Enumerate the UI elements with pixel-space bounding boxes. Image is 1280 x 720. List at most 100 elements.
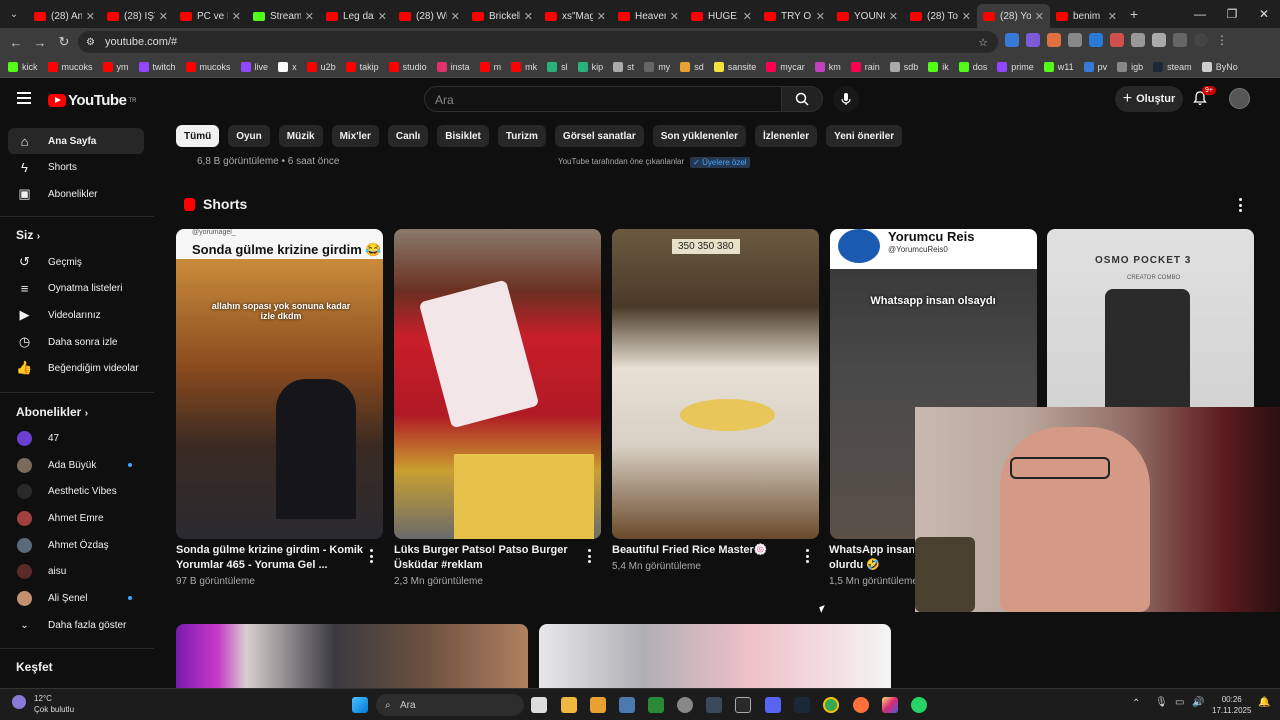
minimize-button[interactable]: —: [1184, 0, 1216, 28]
bookmark-item[interactable]: km: [814, 61, 841, 72]
browser-tab[interactable]: TRY ON ✕: [758, 4, 831, 28]
mic-tray-icon[interactable]: 🎙: [1155, 697, 1168, 708]
network-icon[interactable]: ▭: [1175, 697, 1184, 708]
sidebar-item-history[interactable]: ↺ Geçmiş: [8, 249, 144, 275]
extension-icon[interactable]: [1005, 33, 1019, 47]
short-title[interactable]: Beautiful Fried Rice Master🍥: [612, 543, 800, 558]
filter-chip[interactable]: Canlı: [387, 125, 429, 147]
video-thumbnail[interactable]: [539, 624, 891, 688]
sidebar-item-liked-videos[interactable]: 👍 Beğendiğim videolar: [8, 355, 144, 381]
tab-close-icon[interactable]: ✕: [670, 10, 679, 23]
bookmark-item[interactable]: mycar: [766, 61, 805, 72]
app-icon[interactable]: [648, 697, 664, 713]
bookmark-item[interactable]: mucoks: [185, 61, 231, 72]
system-clock[interactable]: 00:26 17.11.2025: [1212, 694, 1251, 716]
tab-close-icon[interactable]: ✕: [232, 10, 241, 23]
extensions-puzzle-icon[interactable]: [1152, 33, 1166, 47]
app-icon[interactable]: [706, 697, 722, 713]
restore-button[interactable]: ❐: [1216, 0, 1248, 28]
file-explorer-icon[interactable]: [561, 697, 577, 713]
subscription-channel[interactable]: Ali Şenel: [8, 585, 144, 611]
you-section-header[interactable]: Siz ›: [16, 228, 40, 242]
shelf-menu-icon[interactable]: [1238, 198, 1242, 212]
tab-close-icon[interactable]: ✕: [962, 10, 971, 23]
settings-app-icon[interactable]: [619, 697, 635, 713]
bookmark-item[interactable]: u2b: [306, 61, 336, 72]
subscription-channel[interactable]: aisu: [8, 558, 144, 584]
bookmark-item[interactable]: dos: [958, 61, 987, 72]
taskbar-search[interactable]: ⌕ Ara: [376, 694, 524, 716]
extension-icon[interactable]: [1047, 33, 1061, 47]
extension-icon[interactable]: [1110, 33, 1124, 47]
guide-menu-icon[interactable]: [17, 92, 31, 104]
back-button[interactable]: ←: [4, 35, 28, 50]
steam-icon[interactable]: [794, 697, 810, 713]
app-icon[interactable]: [677, 697, 693, 713]
filter-chip[interactable]: Oyun: [228, 125, 270, 147]
bookmark-item[interactable]: m: [479, 61, 501, 72]
tab-close-icon[interactable]: ✕: [451, 10, 460, 23]
video-thumbnail[interactable]: [176, 624, 528, 688]
filter-chip[interactable]: Mix'ler: [331, 125, 379, 147]
bookmark-item[interactable]: ym: [102, 61, 129, 72]
bookmark-item[interactable]: rain: [850, 61, 880, 72]
task-view-icon[interactable]: [531, 697, 547, 713]
tab-close-icon[interactable]: ✕: [889, 10, 898, 23]
bookmark-item[interactable]: kick: [8, 61, 38, 72]
bookmark-item[interactable]: live: [240, 61, 268, 72]
filter-chip[interactable]: Tümü: [176, 125, 220, 147]
browser-tab[interactable]: (28) Wi ✕: [393, 4, 466, 28]
browser-tab[interactable]: benim ✕: [1050, 4, 1123, 28]
bookmark-item[interactable]: w11: [1043, 61, 1074, 72]
sidebar-item-playlists[interactable]: ≡ Oynatma listeleri: [8, 275, 144, 301]
show-more-button[interactable]: ⌄ Daha fazla göster: [8, 612, 144, 638]
subscription-channel[interactable]: 47: [8, 425, 144, 451]
tab-close-icon[interactable]: ✕: [743, 10, 752, 23]
browser-tab[interactable]: (28) İŞT ✕: [101, 4, 174, 28]
extension-icon[interactable]: [1131, 33, 1145, 47]
tab-close-icon[interactable]: ✕: [86, 10, 95, 23]
filter-chip[interactable]: İzlenenler: [754, 125, 818, 147]
tab-close-icon[interactable]: ✕: [597, 10, 606, 23]
bookmark-star-icon[interactable]: ☆: [978, 36, 988, 49]
forward-button[interactable]: →: [28, 35, 52, 50]
tab-close-icon[interactable]: ✕: [378, 10, 387, 23]
discord-icon[interactable]: [765, 697, 781, 713]
short-title[interactable]: WhatsApp insan o olurdu 🤣: [829, 543, 914, 573]
short-thumbnail[interactable]: 350 350 380: [612, 229, 819, 539]
bookmark-item[interactable]: x: [278, 61, 297, 72]
extension-icon[interactable]: [1089, 33, 1103, 47]
browser-tab[interactable]: Brickell ✕: [466, 4, 539, 28]
reading-list-icon[interactable]: [1173, 33, 1187, 47]
app-icon[interactable]: [735, 697, 751, 713]
search-button[interactable]: [781, 86, 823, 112]
short-menu-icon[interactable]: [587, 549, 591, 563]
bookmark-item[interactable]: igb: [1117, 61, 1143, 72]
extension-icon[interactable]: [1026, 33, 1040, 47]
filter-chip[interactable]: Yeni öneriler: [826, 125, 903, 147]
bookmark-item[interactable]: takip: [345, 61, 379, 72]
browser-tab[interactable]: (28) To ✕: [904, 4, 977, 28]
short-thumbnail[interactable]: [394, 229, 601, 539]
bookmark-item[interactable]: prime: [997, 61, 1034, 72]
sidebar-item-watch-later[interactable]: ◷ Daha sonra izle: [8, 329, 144, 355]
tab-close-icon[interactable]: ✕: [305, 10, 314, 23]
search-input[interactable]: Ara: [424, 86, 782, 112]
tab-close-icon[interactable]: ✕: [159, 10, 168, 23]
bookmark-item[interactable]: my: [644, 61, 670, 72]
firefox-icon[interactable]: [853, 697, 869, 713]
omnibox[interactable]: ⚙ youtube.com/# ☆: [78, 31, 998, 53]
tray-chevron-icon[interactable]: ⌃: [1132, 698, 1140, 709]
voice-search-button[interactable]: [833, 86, 859, 112]
filter-chip[interactable]: Görsel sanatlar: [554, 125, 644, 147]
profile-icon[interactable]: [1194, 33, 1208, 47]
start-button-icon[interactable]: [352, 697, 368, 713]
store-icon[interactable]: [590, 697, 606, 713]
bookmark-item[interactable]: sansite: [713, 61, 756, 72]
bookmark-item[interactable]: insta: [436, 61, 470, 72]
tab-close-icon[interactable]: ✕: [1108, 10, 1117, 23]
short-menu-icon[interactable]: [369, 549, 373, 563]
bookmark-item[interactable]: pv: [1083, 61, 1107, 72]
weather-widget[interactable]: 12°C Çok bulutlu: [34, 693, 74, 715]
close-window-button[interactable]: ✕: [1248, 0, 1280, 28]
